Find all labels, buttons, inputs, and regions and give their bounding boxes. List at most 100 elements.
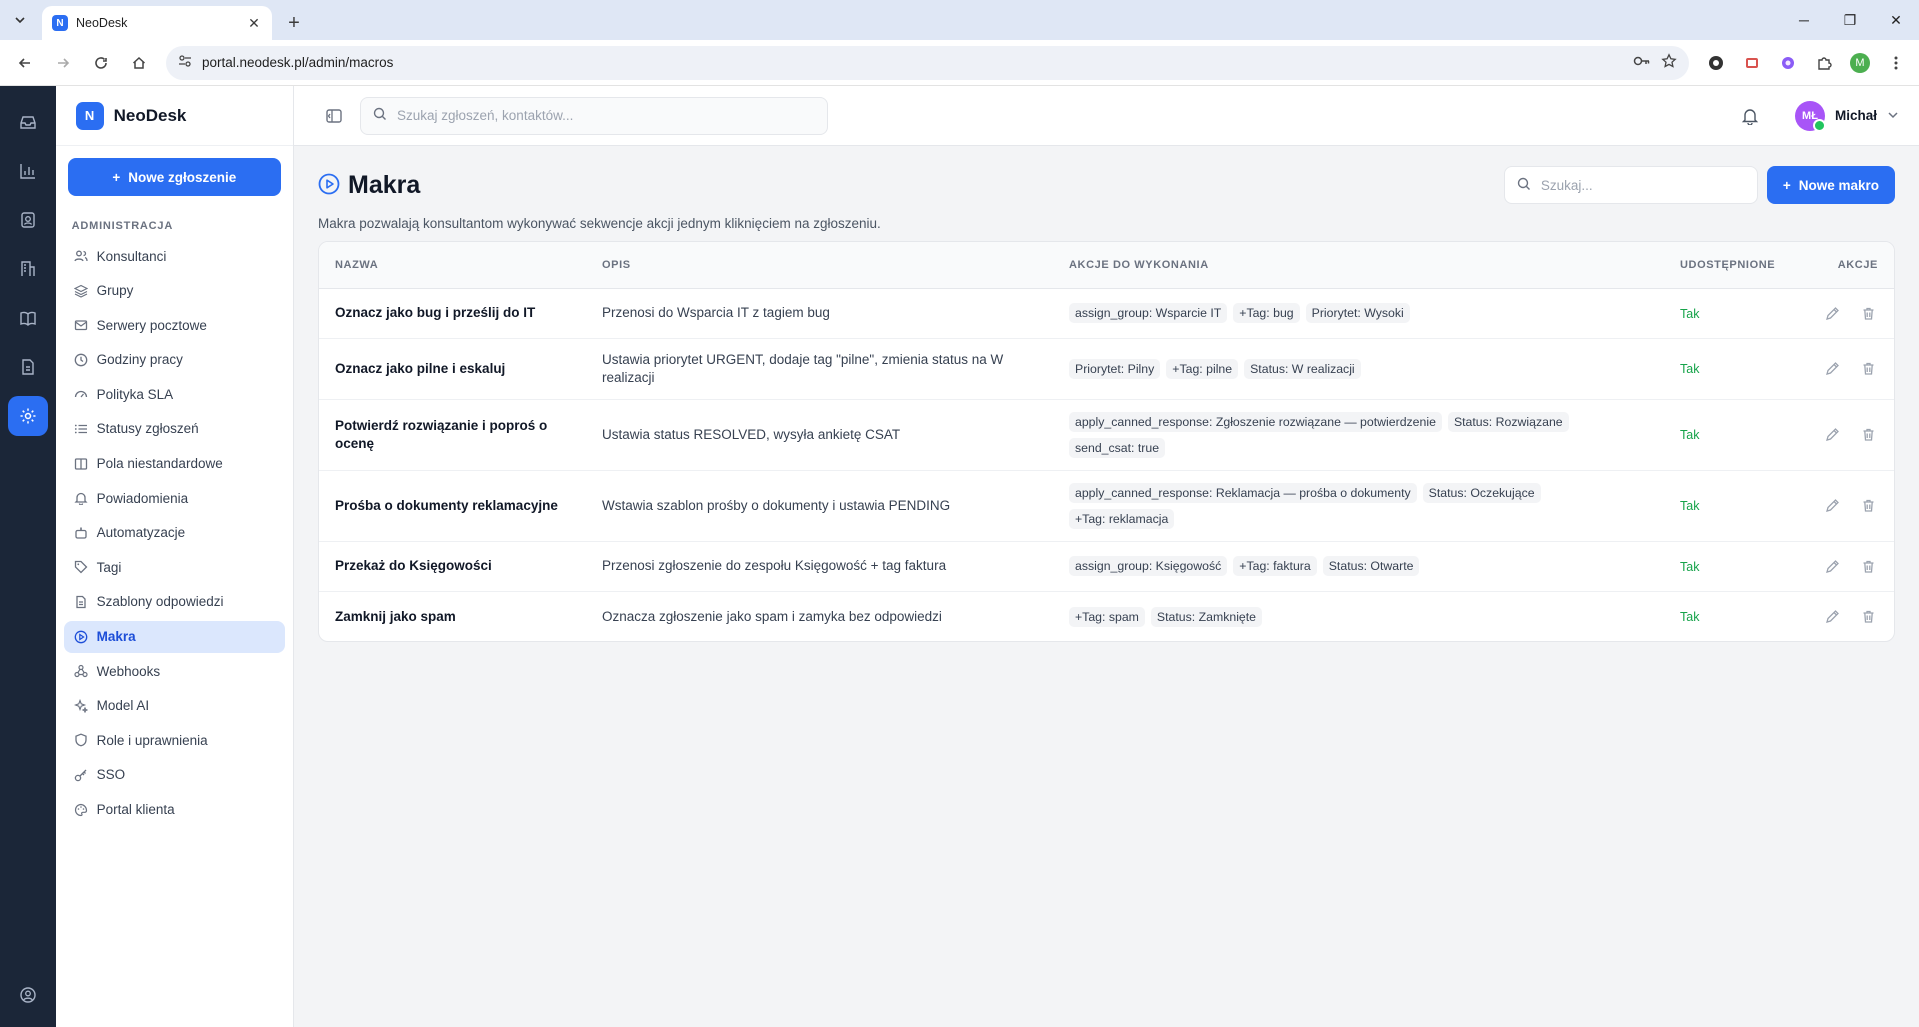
macro-name[interactable]: Przekaż do Księgowości xyxy=(335,557,570,575)
sidebar-item-label: Automatyzacje xyxy=(96,525,186,541)
inbox-icon[interactable] xyxy=(8,102,48,142)
plus-icon: + xyxy=(1782,177,1791,193)
knowledge-base-book-icon[interactable] xyxy=(8,298,48,338)
sidebar-item-polityka-sla[interactable]: Polityka SLA xyxy=(64,378,285,410)
companies-building-icon[interactable] xyxy=(8,249,48,289)
site-info-icon[interactable] xyxy=(178,54,192,71)
sidebar-item-sso[interactable]: SSO xyxy=(64,759,285,791)
edit-pencil-icon[interactable] xyxy=(1823,495,1843,517)
minimize-icon[interactable]: ─ xyxy=(1781,0,1827,40)
sidebar-item-tagi[interactable]: Tagi xyxy=(64,551,285,583)
tab-search-chevron-icon[interactable] xyxy=(6,6,34,34)
table-row[interactable]: Potwierdź rozwiązanie i poproś o ocenę Us… xyxy=(319,399,1894,471)
macro-search[interactable] xyxy=(1503,166,1758,204)
contacts-icon[interactable] xyxy=(8,200,48,240)
macro-search-input[interactable] xyxy=(1540,177,1745,193)
sidebar-item-label: Konsultanci xyxy=(96,248,167,264)
column-header-description: OPIS xyxy=(586,242,1053,289)
row-actions xyxy=(1823,424,1878,446)
delete-trash-icon[interactable] xyxy=(1859,555,1879,577)
edit-pencil-icon[interactable] xyxy=(1823,302,1843,324)
column-header-name[interactable]: NAZWA xyxy=(319,242,586,289)
url-text: portal.neodesk.pl/admin/macros xyxy=(202,55,394,70)
delete-trash-icon[interactable] xyxy=(1859,606,1879,628)
macro-name[interactable]: Prośba o dokumenty reklamacyjne xyxy=(335,497,570,515)
bookmark-star-icon[interactable] xyxy=(1661,53,1677,72)
delete-trash-icon[interactable] xyxy=(1859,495,1879,517)
shared-status: Tak xyxy=(1680,559,1700,574)
close-window-icon[interactable]: ✕ xyxy=(1873,0,1919,40)
table-row[interactable]: Przekaż do Księgowości Przenosi zgłoszeni… xyxy=(319,541,1894,592)
user-menu[interactable]: MŁ Michał xyxy=(1794,100,1899,132)
macro-description-cell: Ustawia priorytet URGENT, dodaje tag "pi… xyxy=(586,338,1053,400)
documents-icon[interactable] xyxy=(8,347,48,387)
delete-trash-icon[interactable] xyxy=(1859,358,1879,380)
table-row[interactable]: Oznacz jako bug i prześlij do IT Przenosi… xyxy=(319,288,1894,339)
sidebar-item-serwery-pocztowe[interactable]: Serwery pocztowe xyxy=(64,309,285,341)
notifications-bell-icon[interactable] xyxy=(1733,99,1767,133)
new-macro-button[interactable]: + Nowe makro xyxy=(1766,166,1895,204)
home-icon[interactable] xyxy=(122,46,156,80)
macro-name[interactable]: Oznacz jako pilne i eskaluj xyxy=(335,360,570,378)
table-row[interactable]: Prośba o dokumenty reklamacyjne Wstawia s… xyxy=(319,470,1894,542)
clock-icon xyxy=(74,353,88,367)
profile-avatar[interactable]: M xyxy=(1845,48,1875,78)
sidebar-item-model-ai[interactable]: Model AI xyxy=(64,690,285,722)
browser-menu-icon[interactable] xyxy=(1881,48,1911,78)
restore-icon[interactable]: ❐ xyxy=(1827,0,1873,40)
macro-actions-cell: assign_group: Wsparcie IT +Tag: bug Priory… xyxy=(1053,288,1664,339)
sidebar-item-label: Serwery pocztowe xyxy=(96,317,207,333)
sidebar-item-makra[interactable]: Makra xyxy=(63,620,285,653)
forward-icon[interactable] xyxy=(46,46,80,80)
macro-name[interactable]: Potwierdź rozwiązanie i poproś o ocenę xyxy=(335,417,570,453)
table-row[interactable]: Zamknij jako spam Oznacza zgłoszenie jako… xyxy=(319,591,1894,641)
settings-gear-icon[interactable] xyxy=(7,396,48,436)
sidebar-item-konsultanci[interactable]: Konsultanci xyxy=(64,240,285,272)
omnibox[interactable]: portal.neodesk.pl/admin/macros xyxy=(166,45,1689,80)
delete-trash-icon[interactable] xyxy=(1859,302,1879,324)
sidebar-item-pola-niestandardowe[interactable]: Pola niestandardowe xyxy=(64,448,285,480)
new-ticket-button[interactable]: + Nowe zgłoszenie xyxy=(67,158,281,196)
sidebar-item-portal-klienta[interactable]: Portal klienta xyxy=(64,794,285,826)
browser-tab[interactable]: N NeoDesk ✕ xyxy=(42,6,272,40)
sidebar-item-godziny-pracy[interactable]: Godziny pracy xyxy=(64,344,285,376)
new-ticket-label: Nowe zgłoszenie xyxy=(128,169,237,185)
delete-trash-icon[interactable] xyxy=(1859,424,1879,446)
close-tab-icon[interactable]: ✕ xyxy=(244,13,264,33)
sidebar-item-automatyzacje[interactable]: Automatyzacje xyxy=(64,517,285,549)
action-chip: +Tag: spam xyxy=(1069,606,1145,627)
window-controls: ─ ❐ ✕ xyxy=(1781,0,1919,40)
global-search[interactable] xyxy=(360,96,828,135)
new-tab-icon[interactable]: + xyxy=(280,9,308,37)
macro-description-cell: Wstawia szablon prośby o dokumenty i ust… xyxy=(586,470,1053,542)
sidebar-item-szablony-odpowiedzi[interactable]: Szablony odpowiedzi xyxy=(64,586,285,618)
sidebar-item-webhooks[interactable]: Webhooks xyxy=(64,655,285,687)
sidebar-item-role-i-uprawnienia[interactable]: Role i uprawnienia xyxy=(64,724,285,756)
sidebar-item-powiadomienia[interactable]: Powiadomienia xyxy=(64,482,285,514)
edit-pencil-icon[interactable] xyxy=(1823,424,1843,446)
reports-chart-icon[interactable] xyxy=(8,151,48,191)
reload-icon[interactable] xyxy=(84,46,118,80)
users-icon xyxy=(73,249,88,263)
account-icon[interactable] xyxy=(8,975,48,1015)
password-key-icon[interactable] xyxy=(1633,54,1651,71)
extension-flower-icon[interactable] xyxy=(1773,48,1803,78)
sidebar-item-statusy-zgłoszeń[interactable]: Statusy zgłoszeń xyxy=(64,413,285,445)
sidebar-item-label: Model AI xyxy=(96,698,150,714)
brand[interactable]: N NeoDesk xyxy=(55,86,293,146)
macro-name[interactable]: Zamknij jako spam xyxy=(335,608,570,626)
extension-image-icon[interactable] xyxy=(1737,48,1767,78)
extensions-puzzle-icon[interactable] xyxy=(1809,48,1839,78)
table-row[interactable]: Oznacz jako pilne i eskaluj Ustawia prior… xyxy=(319,338,1894,400)
action-chip: Status: Otwarte xyxy=(1322,556,1420,577)
sidebar-item-grupy[interactable]: Grupy xyxy=(64,275,285,307)
macro-name[interactable]: Oznacz jako bug i prześlij do IT xyxy=(335,304,570,322)
sidebar-toggle-icon[interactable] xyxy=(322,104,346,128)
edit-pencil-icon[interactable] xyxy=(1823,606,1843,628)
extension-shield-icon[interactable] xyxy=(1701,48,1731,78)
edit-pencil-icon[interactable] xyxy=(1823,555,1843,577)
back-icon[interactable] xyxy=(8,46,42,80)
edit-pencil-icon[interactable] xyxy=(1823,358,1843,380)
action-chip: send_csat: true xyxy=(1069,437,1166,458)
global-search-input[interactable] xyxy=(397,108,815,123)
